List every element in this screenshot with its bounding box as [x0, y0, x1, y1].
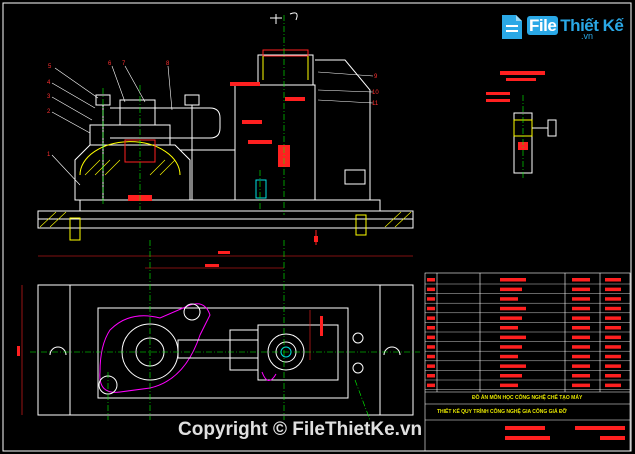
- brand-logo: File Thiết Kế .vn: [497, 10, 627, 44]
- callout-6: 6: [108, 61, 112, 67]
- logo-suffix: .vn: [581, 31, 594, 41]
- title-block-cell: [572, 306, 590, 311]
- top-view: [17, 240, 420, 421]
- title-block-cell: [505, 426, 545, 430]
- title-block-cell: [427, 354, 435, 359]
- title-block-cell: [427, 306, 435, 311]
- title-block-cell: [605, 345, 621, 349]
- logo-text: File Thiết Kế: [527, 16, 624, 36]
- title-block-cell: [427, 383, 435, 388]
- title-block-cell: [572, 278, 590, 282]
- title-block-cell: [500, 364, 526, 368]
- logo-brand-part1: File: [527, 16, 559, 35]
- title-block-cell: [605, 278, 621, 282]
- title-block-cell: [427, 287, 435, 292]
- section-detail-view: [486, 71, 557, 178]
- title-block-cell: [572, 316, 590, 320]
- title-block-cell: [575, 426, 625, 430]
- callout-5: 5: [48, 64, 52, 70]
- title-block-cell: [572, 383, 590, 388]
- title-block-cell: [500, 297, 518, 301]
- callout-8: 8: [166, 61, 170, 67]
- title-block-project-line: ĐỒ ÁN MÔN HỌC CÔNG NGHỆ CHẾ TẠO MÁY: [472, 395, 583, 401]
- title-block: [424, 272, 631, 452]
- title-block-cell: [427, 335, 435, 340]
- title-block-rows: [425, 278, 630, 440]
- title-block-cell: [572, 374, 590, 378]
- title-block-cell: [500, 345, 522, 349]
- title-block-cell: [605, 374, 621, 378]
- title-block-cell: [427, 345, 435, 349]
- title-block-cell: [600, 436, 625, 440]
- title-block-cell: [572, 354, 590, 359]
- title-block-cell: [427, 297, 435, 301]
- front-view: [37, 12, 414, 245]
- title-block-cell: [605, 326, 621, 330]
- title-block-cell: [500, 383, 518, 388]
- title-block-cell: [572, 297, 590, 301]
- copyright-watermark: Copyright © FileThietKe.vn: [178, 419, 423, 440]
- callout-3: 3: [47, 94, 51, 100]
- title-block-cell: [605, 306, 621, 311]
- title-block-cell: [505, 436, 550, 440]
- callout-4: 4: [47, 80, 51, 86]
- callout-11: 11: [372, 101, 379, 107]
- title-block-cell: [500, 335, 526, 340]
- title-block-cell: [500, 326, 518, 330]
- title-block-cell: [605, 316, 621, 320]
- callout-labels: 5 4 3 2 1 6 7 8 9 10 11: [47, 61, 379, 158]
- title-block-cell: [605, 354, 621, 359]
- callout-10: 10: [372, 90, 379, 96]
- title-block-cell: [572, 326, 590, 330]
- title-block-cell: [500, 316, 522, 320]
- title-block-cell: [500, 278, 526, 282]
- title-block-cell: [427, 326, 435, 330]
- title-block-cell: [605, 297, 621, 301]
- title-block-cell: [605, 287, 621, 292]
- title-block-cell: [605, 383, 621, 388]
- title-block-cell: [605, 364, 621, 368]
- title-block-cell: [572, 345, 590, 349]
- title-block-cell: [500, 287, 522, 292]
- title-block-cell: [605, 335, 621, 340]
- cad-drawing-canvas: 5 4 3 2 1 6 7 8 9 10 11: [2, 2, 632, 452]
- callout-9: 9: [374, 74, 378, 80]
- logo-icon: [502, 15, 522, 39]
- title-block-cell: [427, 374, 435, 378]
- title-block-cell: [427, 364, 435, 368]
- drawing-border: [2, 2, 632, 452]
- title-block-cell: [500, 374, 522, 378]
- title-block-cell: [572, 335, 590, 340]
- title-block-cell: [500, 306, 526, 311]
- callout-7: 7: [122, 61, 126, 67]
- callout-2: 2: [47, 109, 51, 115]
- title-block-design-line: THIẾT KẾ QUY TRÌNH CÔNG NGHỆ GIA CÔNG GI…: [437, 409, 567, 415]
- title-block-cell: [427, 278, 435, 282]
- callout-1: 1: [47, 152, 51, 158]
- title-block-cell: [427, 316, 435, 320]
- title-block-cell: [500, 354, 518, 359]
- title-block-cell: [572, 364, 590, 368]
- title-block-cell: [572, 287, 590, 292]
